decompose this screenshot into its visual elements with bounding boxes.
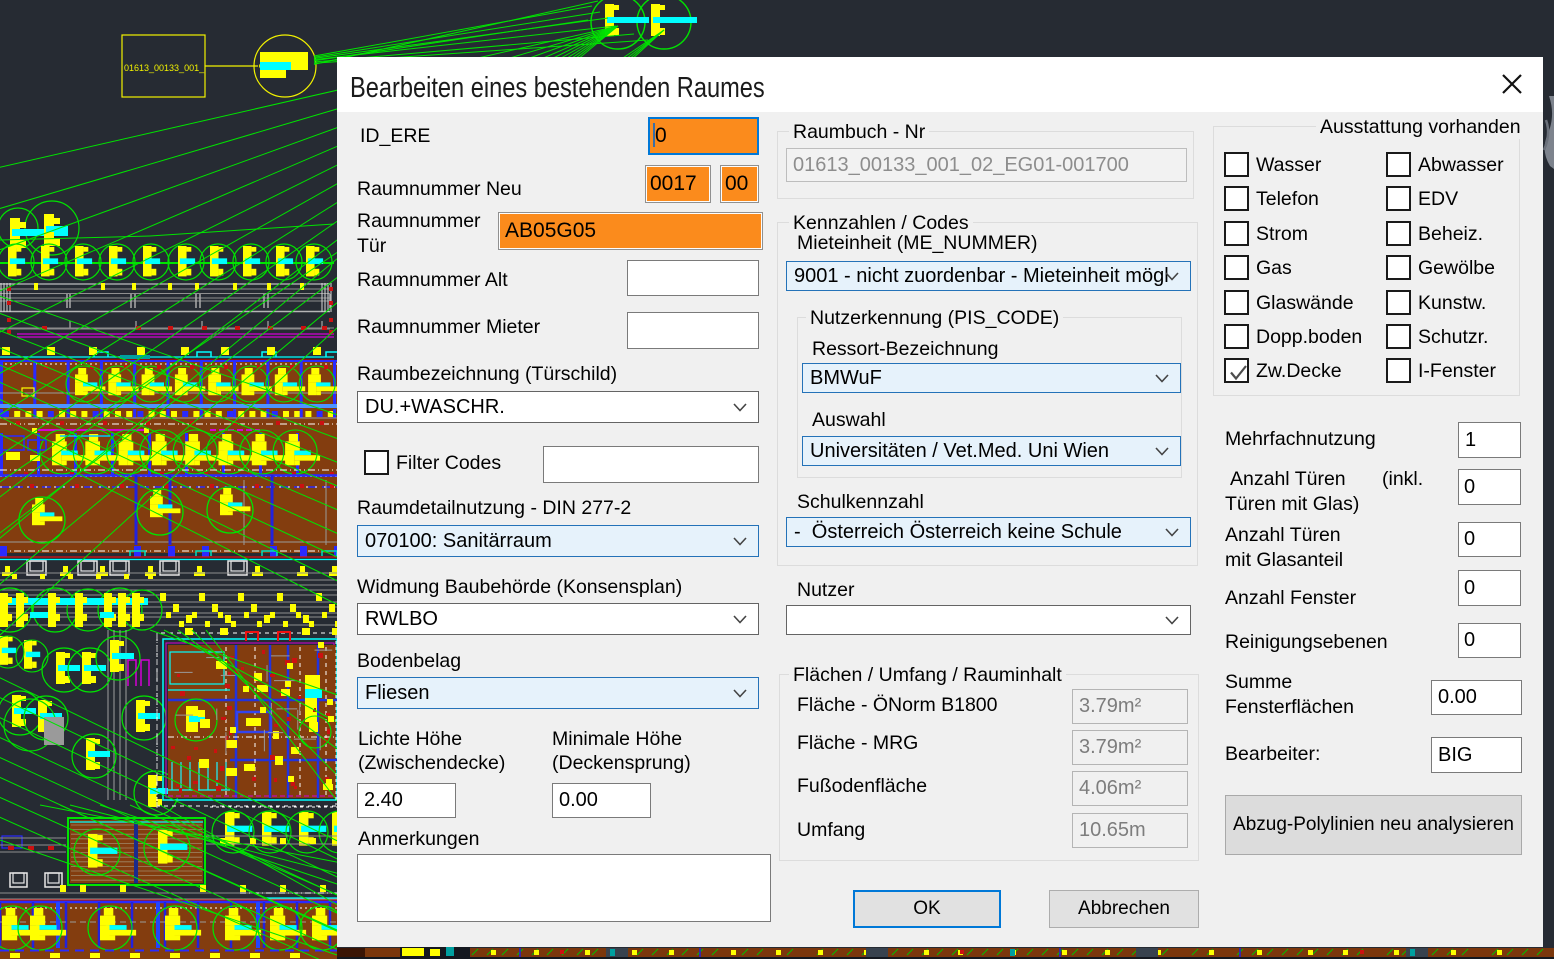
svg-text:01613_00133_001_: 01613_00133_001_ <box>124 63 205 73</box>
